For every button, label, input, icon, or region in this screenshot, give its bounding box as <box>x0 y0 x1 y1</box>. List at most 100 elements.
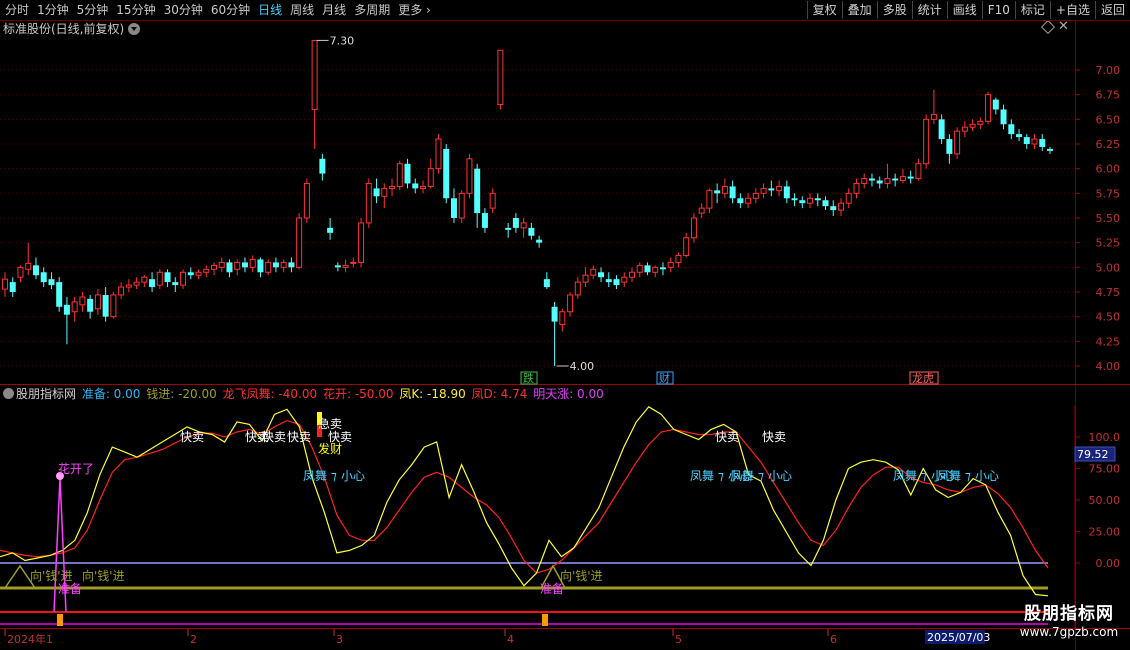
price-tick-label: 5.75 <box>1096 187 1121 200</box>
candle-body <box>420 185 426 189</box>
candle-body <box>164 272 171 283</box>
candle <box>977 117 984 130</box>
watermark-title: 股朋指标网 <box>1024 604 1114 624</box>
indicator-tick-label: 100.0 <box>1089 431 1121 444</box>
candle-body <box>172 282 179 286</box>
price-tick-label: 6.50 <box>1096 113 1121 126</box>
candle <box>528 222 535 240</box>
candle <box>296 213 303 270</box>
candle-body <box>629 271 635 278</box>
candle <box>32 257 39 280</box>
candle <box>327 218 334 240</box>
candle-body <box>946 139 953 154</box>
candle-body <box>443 148 450 199</box>
signal-kuaimai: 快卖 <box>715 430 739 444</box>
current-date-label: 2025/07/03 <box>927 631 990 644</box>
candle <box>752 188 759 204</box>
price-tick-label: 6.75 <box>1096 89 1121 102</box>
signal-kuaimai: 快卖 <box>762 430 786 444</box>
candle-body <box>915 163 922 180</box>
candle-body <box>365 182 372 224</box>
candle <box>799 196 806 209</box>
signal-zhunbei: 准备 <box>58 582 82 596</box>
candle <box>87 294 94 319</box>
candle-body <box>659 267 666 270</box>
indicator-tick-label: 50.00 <box>1089 494 1121 507</box>
candle <box>125 279 132 292</box>
event-tag-0: 跌 <box>523 371 534 385</box>
candle-body <box>25 262 32 270</box>
candle-body <box>992 99 999 110</box>
candle-body <box>969 123 976 128</box>
candle-body <box>559 311 566 326</box>
candle-body <box>327 227 334 233</box>
candle-body <box>474 168 481 214</box>
price-tick-label: 7.00 <box>1096 64 1121 77</box>
candle <box>714 183 721 204</box>
candle <box>94 289 101 315</box>
indicator-tick-label: 75.00 <box>1089 463 1121 476</box>
candle-body <box>466 158 473 194</box>
candle-body <box>505 227 512 230</box>
candle-body <box>907 176 914 179</box>
candle <box>497 49 504 110</box>
candle-body <box>118 286 125 296</box>
signal-xiangqian: 向'钱'进 <box>82 568 125 583</box>
candle <box>659 262 666 276</box>
candle-body <box>350 261 357 264</box>
date-label-4: 5 <box>675 633 682 646</box>
candle-body <box>551 306 558 322</box>
candle <box>226 259 233 278</box>
candle <box>814 193 821 207</box>
candle-body <box>102 294 109 317</box>
candle <box>590 265 597 280</box>
candle-body <box>838 202 844 211</box>
candle <box>381 183 388 209</box>
candle <box>373 178 380 204</box>
indicator-value-2: 龙飞凤舞: -40.00 <box>222 387 321 401</box>
candle <box>412 178 419 194</box>
price-tick-label: 4.00 <box>1096 360 1121 373</box>
candle <box>474 163 481 228</box>
candle <box>543 272 550 290</box>
candle-body <box>791 198 798 201</box>
candle-body <box>752 192 759 199</box>
candle-body <box>404 163 411 184</box>
candle-body <box>1023 137 1030 144</box>
candlestick-chart[interactable]: 4.00 4.25 4.50 4.75 5.00 5.25 5.50 5.75 6.00 6.25… <box>0 0 1130 650</box>
indicator-tick-label: 0.00 <box>1096 557 1121 570</box>
candle-body <box>520 222 527 229</box>
candle <box>729 180 736 204</box>
candle-body <box>1047 148 1053 151</box>
candle-body <box>79 296 86 306</box>
candle-body <box>868 178 875 181</box>
candle-body <box>567 294 574 313</box>
price-tick-label: 5.50 <box>1096 212 1121 225</box>
candle <box>1008 119 1015 140</box>
candle-body <box>667 261 674 268</box>
watermark: 股朋指标网 www.7gpzb.com <box>1010 604 1128 648</box>
candle-body <box>373 188 380 197</box>
candle <box>71 296 78 322</box>
candle <box>241 257 248 273</box>
signal-xiaoxin: 小心 <box>341 469 365 483</box>
candle <box>141 275 148 288</box>
candle-body <box>698 207 705 214</box>
candle <box>636 262 643 278</box>
candle-body <box>536 239 543 243</box>
candle <box>683 232 690 258</box>
candle <box>667 257 674 273</box>
date-label-1: 2 <box>190 633 197 646</box>
candle-body <box>180 271 187 286</box>
candle <box>1031 134 1038 149</box>
indicator-menu-icon[interactable] <box>3 388 14 399</box>
candle-body <box>497 49 504 106</box>
candle <box>961 121 968 138</box>
candle-body <box>582 274 589 283</box>
signal-fengwu: 凤舞 ⁊ <box>303 469 337 483</box>
candle <box>760 183 767 199</box>
candle <box>1039 134 1046 151</box>
candle-body <box>32 265 39 276</box>
date-label-5: 6 <box>830 633 837 646</box>
candle <box>443 144 450 204</box>
